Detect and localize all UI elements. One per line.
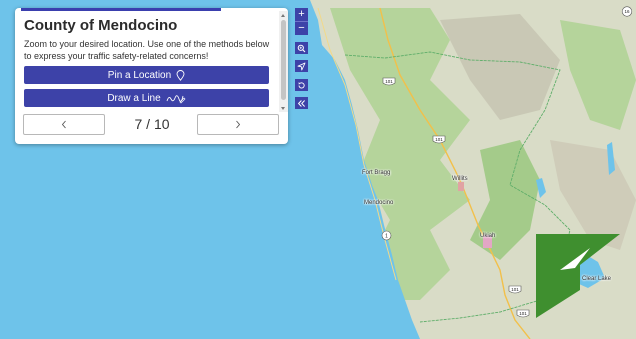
panel-title: County of Mendocino xyxy=(24,17,178,34)
collapse-panel-button[interactable] xyxy=(295,97,308,109)
willits-marker xyxy=(458,182,464,191)
draw-line-button[interactable]: Draw a Line xyxy=(24,89,269,107)
shield-text: 101 xyxy=(385,79,393,84)
pin-location-button[interactable]: Pin a Location xyxy=(24,66,269,84)
next-page-button[interactable] xyxy=(197,114,279,135)
draw-line-icon xyxy=(166,94,186,103)
pin-location-label: Pin a Location xyxy=(107,69,172,81)
route-shield-101: 101 xyxy=(516,306,530,324)
chevron-right-icon xyxy=(236,120,241,129)
zoom-to-area-button[interactable] xyxy=(295,42,308,54)
navigation-arrow-icon xyxy=(297,62,306,70)
route-shield-101: 101 xyxy=(508,282,522,300)
panel-description: Zoom to your desired location. Use one o… xyxy=(24,39,270,61)
route-shield-16: 16 xyxy=(621,4,633,22)
map-label-mendocino: Mendocino xyxy=(364,200,394,206)
zoom-in-button[interactable]: + xyxy=(295,8,308,21)
scroll-down-arrow-icon[interactable] xyxy=(281,107,285,110)
route-shield-101: 101 xyxy=(432,132,446,150)
draw-line-label: Draw a Line xyxy=(107,92,161,104)
scroll-thumb[interactable] xyxy=(281,20,286,100)
shield-text: 1 xyxy=(385,233,388,239)
reset-view-button[interactable] xyxy=(295,79,308,91)
map-label-fort-bragg: Fort Bragg xyxy=(362,170,391,176)
shield-text: 101 xyxy=(519,311,527,316)
survey-panel: County of Mendocino Zoom to your desired… xyxy=(15,8,288,144)
scroll-up-arrow-icon[interactable] xyxy=(281,14,285,17)
refresh-icon xyxy=(298,81,305,88)
zoom-control: + − xyxy=(295,8,308,35)
shield-text: 16 xyxy=(624,9,630,14)
map-label-clear-lake: Clear Lake xyxy=(582,276,612,282)
panel-progress-bar xyxy=(21,8,221,11)
previous-page-button[interactable] xyxy=(23,114,105,135)
shield-text: 101 xyxy=(435,137,443,142)
route-shield-101: 101 xyxy=(382,74,396,92)
double-chevron-left-icon xyxy=(297,99,305,107)
map-pin-icon xyxy=(176,69,185,81)
panel-scrollbar[interactable] xyxy=(279,11,288,112)
page-counter: 7 / 10 xyxy=(134,116,170,132)
magnifier-icon xyxy=(297,44,306,52)
chevron-left-icon xyxy=(61,120,66,129)
map-label-ukiah: Ukiah xyxy=(480,233,496,239)
locate-me-button[interactable] xyxy=(295,60,308,72)
shield-text: 101 xyxy=(511,287,519,292)
zoom-out-button[interactable]: − xyxy=(295,21,308,34)
route-shield-1: 1 xyxy=(381,228,392,246)
map-label-willits: Willits xyxy=(452,176,468,182)
